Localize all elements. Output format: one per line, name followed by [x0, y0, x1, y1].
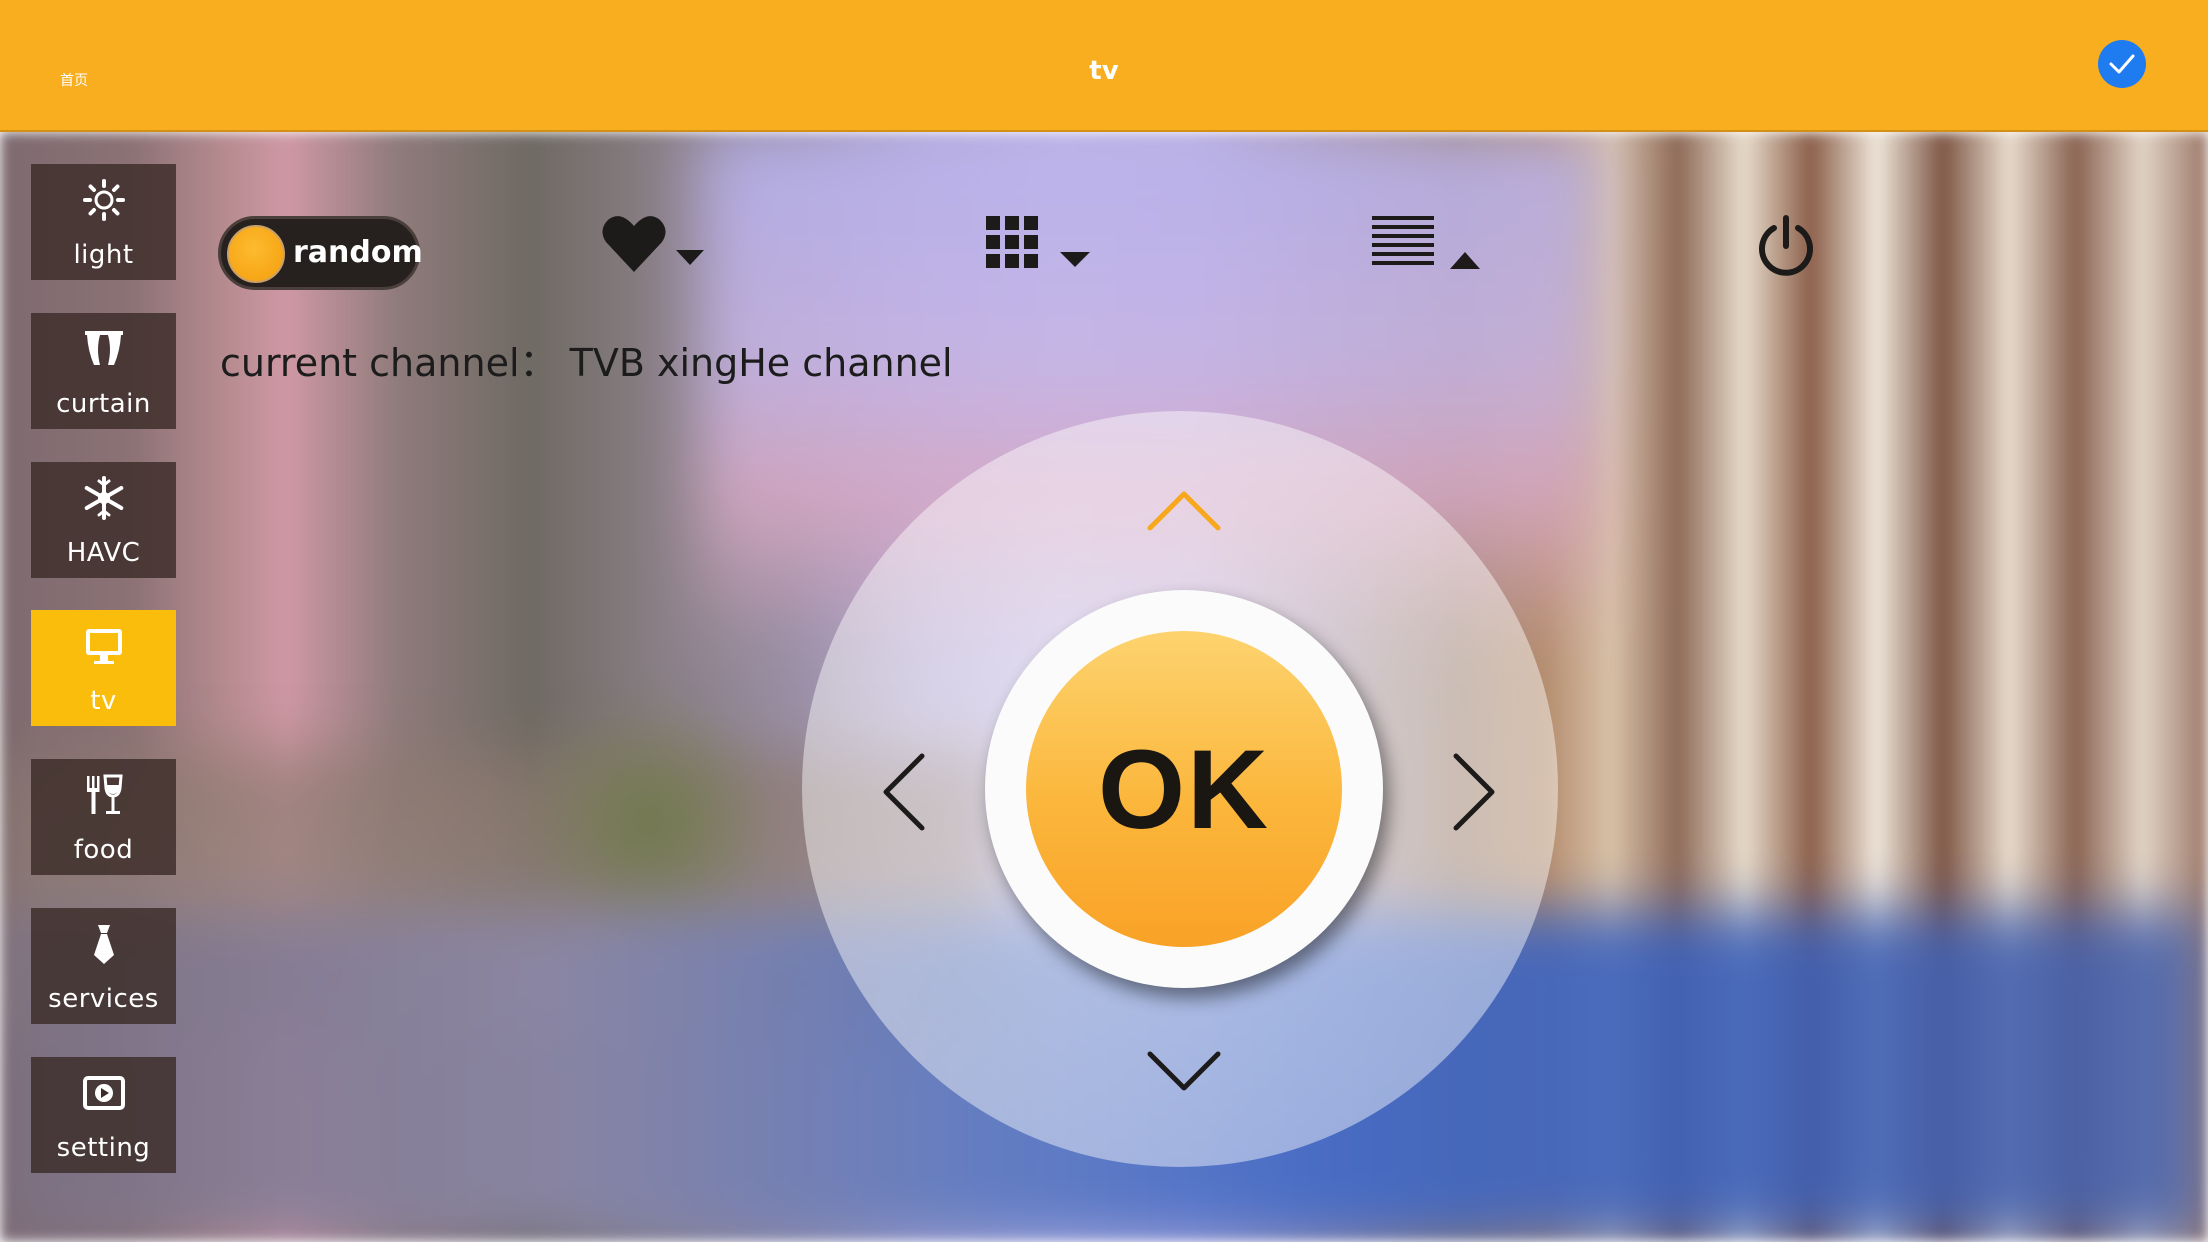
current-channel-text: current channel： TVB xingHe channel [220, 341, 953, 385]
dpad-up-button[interactable] [1146, 488, 1222, 536]
chevron-left-icon [883, 753, 925, 831]
ok-button-frame: OK [985, 590, 1383, 988]
heart-dropdown-icon [602, 216, 704, 272]
chevron-down-icon [1147, 1051, 1221, 1091]
tie-icon [93, 925, 114, 964]
sidebar-item-setting[interactable]: setting [31, 1057, 176, 1173]
favorites-button[interactable] [600, 212, 710, 280]
sidebar-item-label: setting [56, 1133, 151, 1163]
power-icon [1759, 215, 1813, 276]
confirm-button[interactable] [2098, 40, 2146, 88]
ok-label: OK [1098, 726, 1270, 852]
sidebar-item-services[interactable]: services [31, 908, 176, 1024]
random-toggle[interactable]: random [218, 216, 423, 290]
ok-button[interactable]: OK [1026, 631, 1342, 947]
snowflake-icon [84, 476, 123, 520]
fork-wine-icon [86, 774, 123, 814]
page-title: tv [1089, 56, 1119, 86]
sidebar-item-havc[interactable]: HAVC [31, 462, 176, 578]
curtain-icon [84, 331, 123, 365]
chevron-right-icon [1453, 753, 1495, 831]
toggle-knob [227, 225, 285, 283]
settings-icon [82, 1076, 125, 1110]
sun-icon [82, 179, 125, 221]
sidebar-item-label: HAVC [66, 538, 141, 568]
list-dropup-icon [1372, 216, 1480, 269]
sidebar-item-label: services [48, 984, 159, 1014]
check-icon [2109, 54, 2135, 74]
sidebar-item-label: light [73, 240, 134, 270]
chevron-up-icon [1147, 491, 1221, 531]
monitor-icon [85, 629, 122, 664]
power-button[interactable] [1754, 214, 1818, 282]
dpad-right-button[interactable] [1450, 752, 1498, 836]
sidebar-item-tv[interactable]: tv [31, 610, 176, 726]
channel-list-button[interactable] [1372, 214, 1482, 276]
grid-dropdown-icon [986, 216, 1090, 268]
sidebar-item-food[interactable]: food [31, 759, 176, 875]
sidebar-item-label: curtain [56, 389, 151, 419]
sidebar-item-light[interactable]: light [31, 164, 176, 280]
channel-grid-button[interactable] [986, 214, 1092, 276]
top-bar: 首页 tv [0, 0, 2208, 132]
sidebar-item-curtain[interactable]: curtain [31, 313, 176, 429]
dpad-down-button[interactable] [1146, 1050, 1222, 1098]
dpad-left-button[interactable] [880, 752, 928, 836]
sidebar-item-label: food [73, 835, 134, 865]
sidebar-item-label: tv [90, 686, 117, 716]
random-label: random [293, 235, 423, 270]
